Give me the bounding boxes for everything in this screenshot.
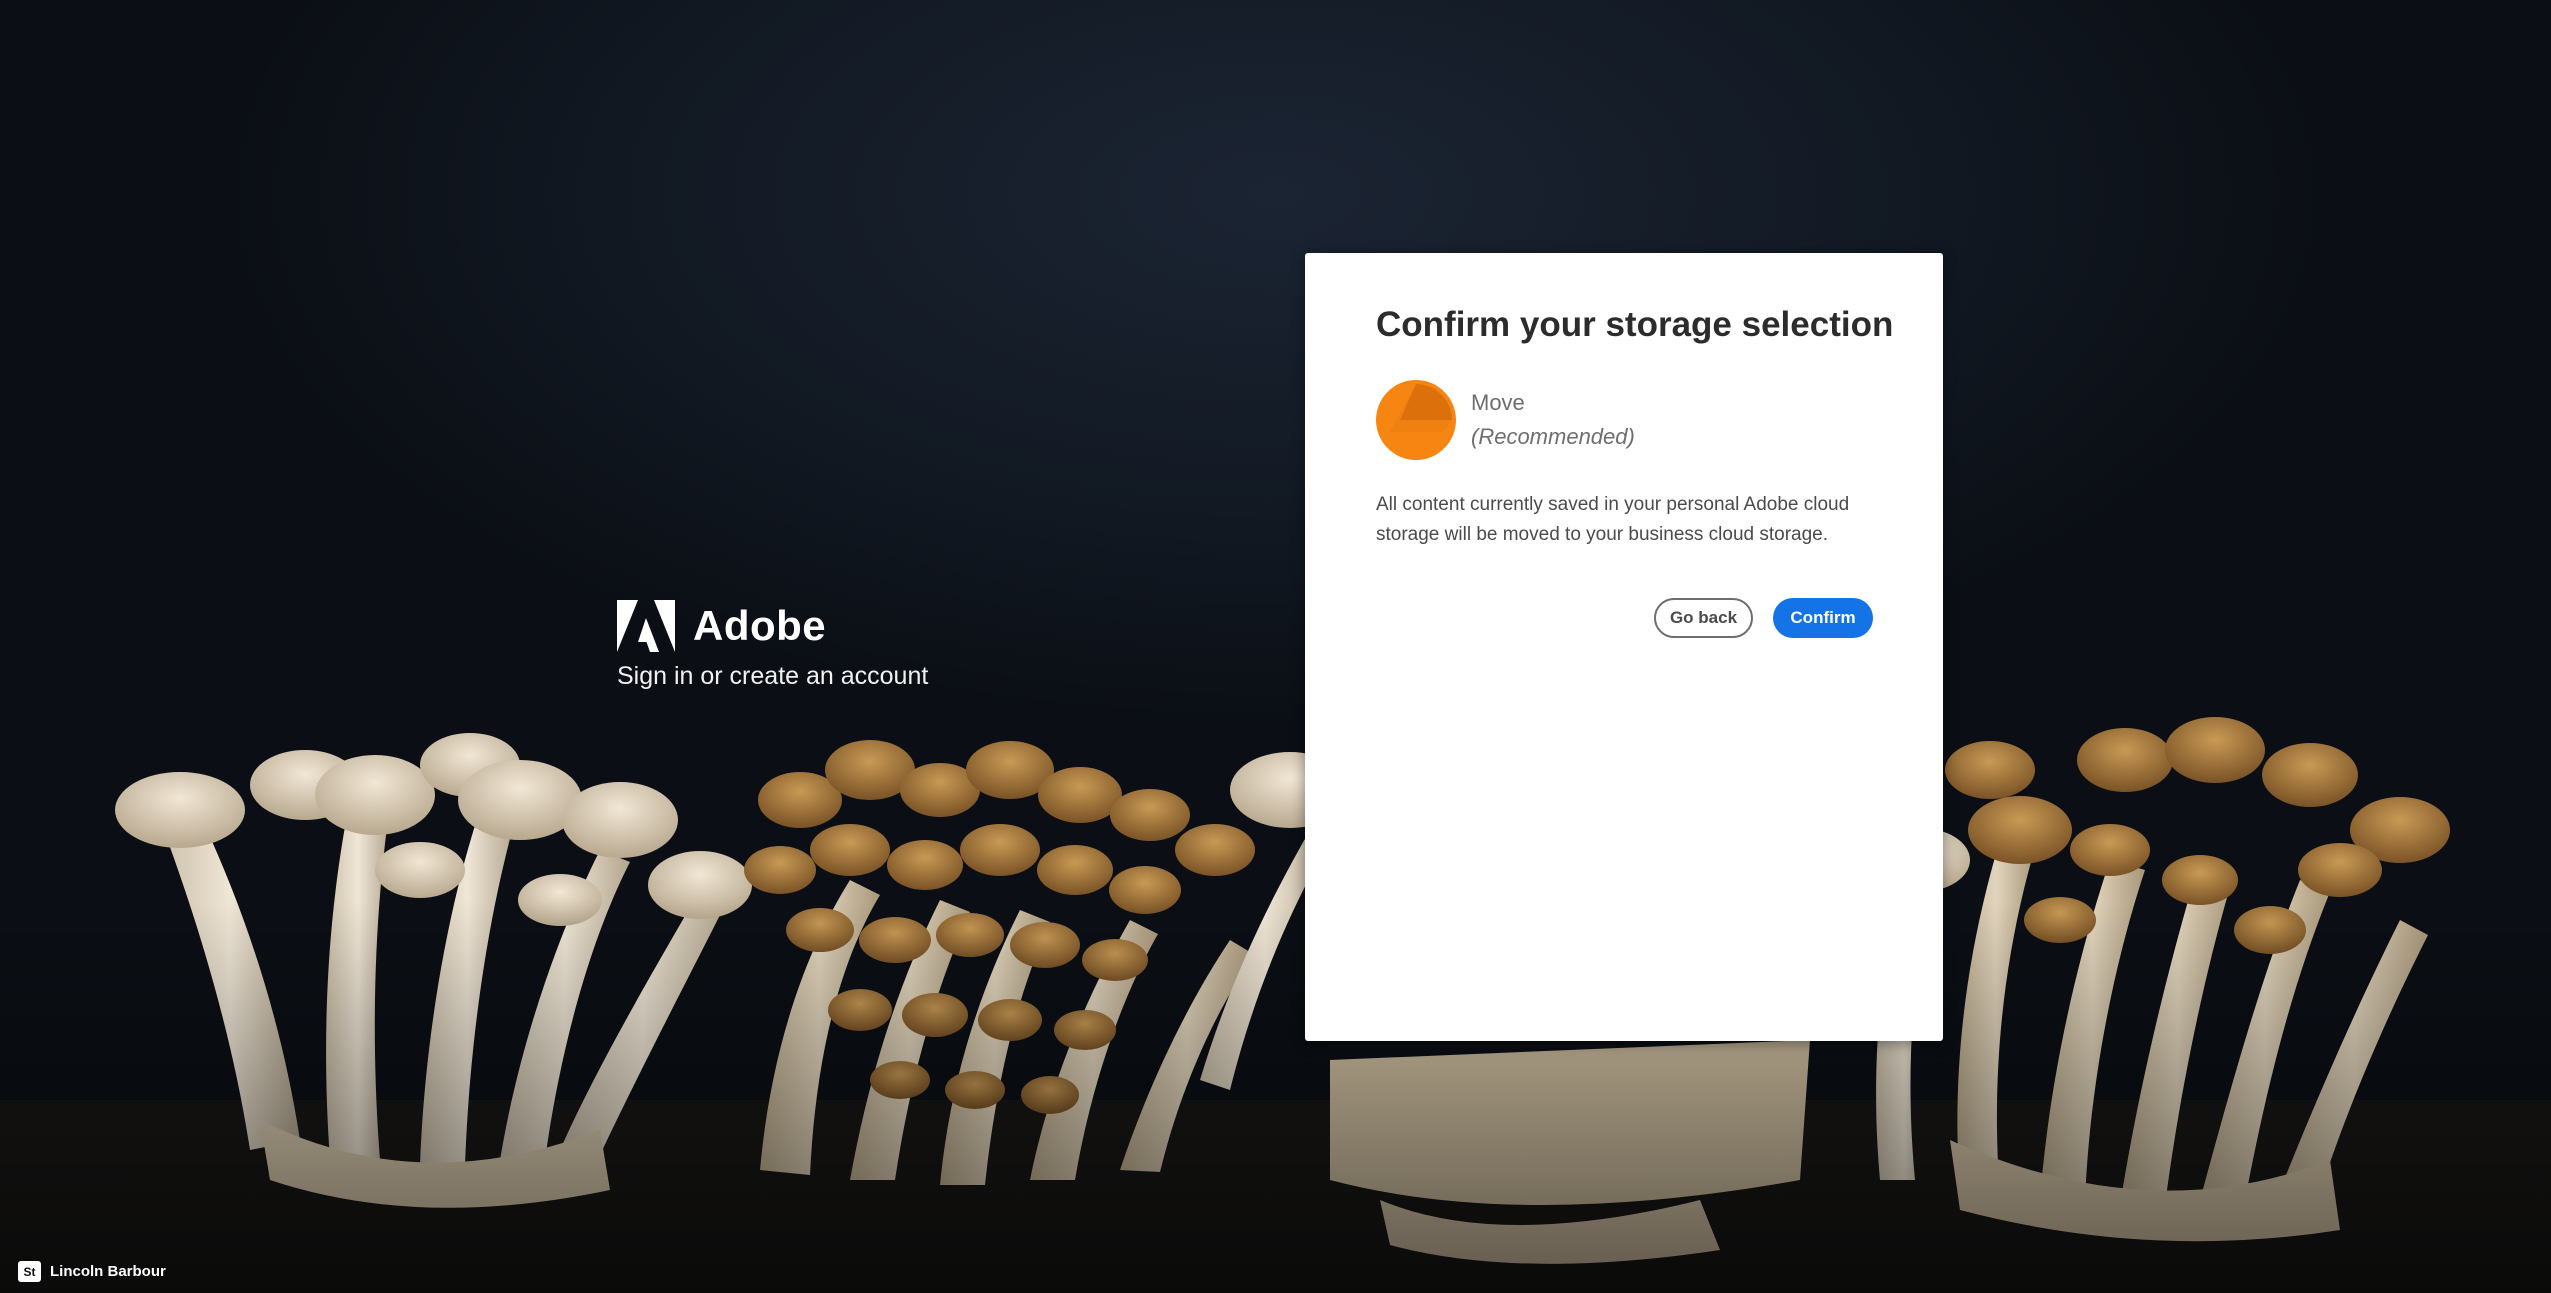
brand-tagline: Sign in or create an account — [617, 662, 929, 690]
storage-dialog: Confirm your storage selection Move (Rec… — [1305, 253, 1943, 1041]
go-back-button[interactable]: Go back — [1654, 598, 1753, 638]
mushroom-background-image — [0, 717, 2551, 1293]
storage-move-icon — [1376, 380, 1456, 460]
stock-badge-icon: St — [18, 1261, 41, 1282]
confirm-button[interactable]: Confirm — [1773, 598, 1873, 638]
option-recommended: (Recommended) — [1471, 424, 1635, 449]
photo-credit-name: Lincoln Barbour — [50, 1263, 166, 1280]
photo-credit[interactable]: St Lincoln Barbour — [18, 1261, 166, 1282]
brand-block: Adobe Sign in or create an account — [617, 600, 928, 691]
storage-option: Move (Recommended) — [1376, 380, 1635, 460]
adobe-logo-icon — [617, 600, 675, 652]
dialog-title: Confirm your storage selection — [1376, 305, 1894, 344]
brand-name: Adobe — [693, 602, 827, 649]
dialog-description: All content currently saved in your pers… — [1376, 494, 1850, 545]
option-name: Move — [1471, 390, 1525, 415]
